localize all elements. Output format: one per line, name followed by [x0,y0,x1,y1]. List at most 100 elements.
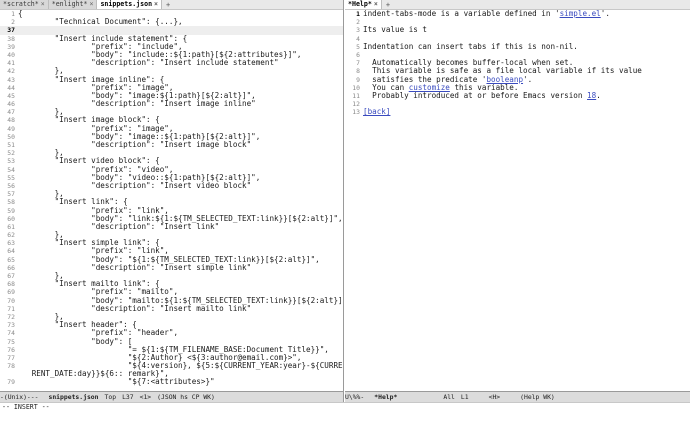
help-text-segment: Its value is t [363,25,428,35]
line-number: 58 [7,198,15,207]
echo-area-text: -- INSERT -- [2,403,50,411]
line-number: 55 [7,173,15,182]
json-editor[interactable]: 1{2 "Technical Document": {...}, 37 38 "In… [0,10,343,392]
line-number: 9 [356,75,360,84]
help-text: Indentation can insert tabs if this is n… [363,41,578,51]
line-number: 2 [356,18,360,27]
line-number: 5 [356,42,360,51]
tab-left_pane-0[interactable]: *scratch* × [0,0,49,9]
left-mode-line: -(Unix)--- snippets.json Top L37 <1> (JS… [0,391,343,402]
mode-line-modes[interactable]: (Help WK) [520,393,555,401]
line-number: 37 [7,26,15,35]
line-number: 45 [7,91,15,100]
line-number: 77 [7,353,15,362]
line-number: 8 [356,67,360,76]
line-number: 7 [356,59,360,68]
line-number: 63 [7,239,15,248]
line-number: 69 [7,288,15,297]
line-number: 10 [352,83,360,92]
code-line[interactable]: 79 "${7:<attributes>}" [0,377,343,387]
line-number: 43 [7,75,15,84]
help-line: 3 Its value is t [345,25,690,35]
line-number: 68 [7,280,15,289]
right-tab-bar: *Help* × + [345,0,690,10]
line-number: 41 [7,59,15,68]
help-line: 11 Probably introduced at or before Emac… [345,90,690,100]
line-number: 13 [352,108,360,117]
help-line: 12 [345,100,690,108]
line-number: 65 [7,255,15,264]
mode-line-position: All [443,393,455,401]
help-line: 5 Indentation can insert tabs if this is … [345,41,690,51]
help-text-segment: '. [523,74,533,84]
mode-line-line: L1 [460,393,469,401]
tab-left_pane-1[interactable]: *enlight* × [48,0,98,9]
mode-line-buffer-name[interactable]: snippets.json [48,393,98,401]
mode-line-buffer-name[interactable]: *Help* [374,393,397,401]
tab-left_pane-2[interactable]: snippets.json × [97,0,163,9]
line-number: 50 [7,132,15,141]
tab-label: *Help* [348,0,372,8]
line-number: 48 [7,116,15,125]
line-number: 42 [7,67,15,76]
line-number: 3 [356,26,360,35]
code-text: "${7:<attributes>}" [18,377,215,387]
line-number: 2 [11,18,15,27]
close-icon[interactable]: × [374,0,378,8]
help-text: Probably introduced at or before Emacs v… [363,90,601,100]
line-number: 78 [7,362,15,371]
line-number: 49 [7,124,15,133]
new-tab-button[interactable]: + [162,1,174,9]
close-icon[interactable]: × [154,0,158,8]
help-text-segment: . [596,90,601,100]
help-text-segment: Probably introduced at or before Emacs v… [363,90,588,100]
line-number: 51 [7,141,15,149]
line-number: 39 [7,42,15,51]
line-number: 6 [356,50,360,59]
line-number: 75 [7,337,15,346]
close-icon[interactable]: × [41,0,45,8]
echo-area: -- INSERT -- [0,402,690,421]
line-number: 38 [7,34,15,43]
line-number: 56 [7,181,15,190]
line-number: 59 [7,206,15,215]
line-number: 73 [7,321,15,330]
help-link[interactable]: [back] [363,107,390,116]
left-tab-bar: *scratch* × *enlight* × snippets.json × + [0,0,343,10]
line-number: 53 [7,157,15,166]
line-number: 11 [352,91,360,100]
code-text: "Technical Document": {...}, [18,17,183,27]
tab-label: *enlight* [51,0,88,8]
line-number: 12 [352,100,360,109]
line-number: 60 [7,214,15,223]
mode-line-modes[interactable]: (JSON hs CP WK) [157,393,215,401]
line-number: 46 [7,100,15,109]
line-number: 61 [7,222,15,231]
mode-line-misc: <H> [488,393,501,401]
help-text: [back] [363,108,390,116]
mode-line-position: Top [104,393,117,401]
help-link[interactable]: 18 [587,91,596,100]
line-number: 66 [7,263,15,272]
line-number: 4 [356,34,360,43]
right-window[interactable]: *Help* × + 1 indent-tabs-mode is a variable… [345,0,690,402]
help-text: indent-tabs-mode is a variable defined i… [363,10,610,18]
help-link[interactable]: simple.el [560,10,601,18]
line-number: 47 [7,108,15,117]
line-number [0,370,18,378]
left-window[interactable]: *scratch* × *enlight* × snippets.json × + 1{2 … [0,0,344,402]
help-text-segment: Indentation can insert tabs if this is n… [363,41,578,51]
mode-line-status: U\%%- [345,393,365,401]
line-number: 74 [7,329,15,338]
code-line[interactable]: 2 "Technical Document": {...}, [0,17,343,27]
line-number: 64 [7,247,15,256]
help-line: 1 indent-tabs-mode is a variable defined … [345,10,690,18]
tab-right_pane-0[interactable]: *Help* × [345,0,382,9]
close-icon[interactable]: × [89,0,93,8]
line-number: 71 [7,304,15,313]
line-number: 44 [7,83,15,92]
help-buffer[interactable]: 1 indent-tabs-mode is a variable defined … [345,10,690,392]
line-number: 67 [7,272,15,280]
line-number: 57 [7,190,15,199]
new-tab-button[interactable]: + [382,1,394,9]
